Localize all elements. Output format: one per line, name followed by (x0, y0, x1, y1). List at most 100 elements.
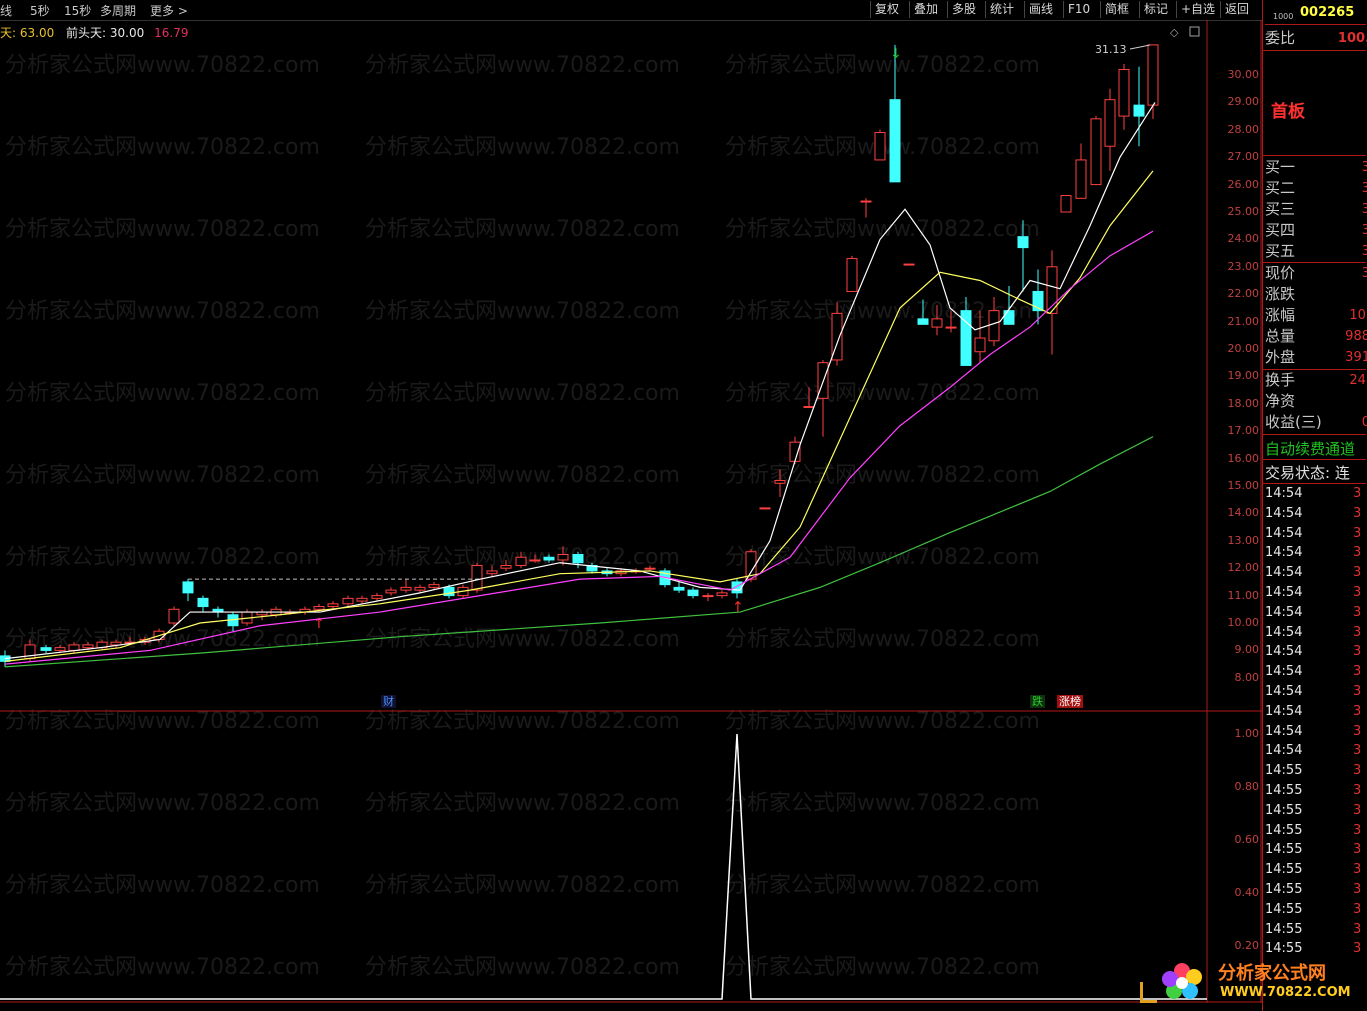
kline-chart[interactable]: 分析家公式网www.70822.com 分析家公式网www.70822.com 分析… (0, 0, 1262, 1011)
candle-body (543, 556, 555, 561)
quote-row-value: 391 (1345, 350, 1367, 365)
tick-row: 14:54 (1265, 604, 1303, 620)
candle-body (515, 556, 527, 566)
indicator-axis-label: 0.80 (1234, 780, 1260, 793)
candle-body (874, 132, 886, 161)
quote-row-label: 买五 (1265, 242, 1296, 260)
first-board-label: 首板 (1271, 102, 1305, 122)
watermark-text: 分析家公式网www.70822.com (725, 545, 1040, 570)
candle-body (931, 318, 943, 328)
candle-body (356, 597, 368, 602)
tick-row: 14:55 (1265, 901, 1303, 917)
watermark-text: 分析家公式网www.70822.com (725, 709, 1040, 734)
corner-icon (1140, 982, 1157, 1003)
quote-row: 买三 3 (1265, 200, 1367, 219)
weibi-value: 100. (1337, 31, 1367, 46)
quote-panel: 1000 002265 委比 100. 首板 买一 3 买二 3 买三 3 买四 3 买五 3 现… (1262, 0, 1367, 1011)
quote-row: 外盘 391 (1265, 348, 1367, 367)
candle-body (974, 337, 986, 353)
price-axis-label: 29.00 (1227, 95, 1260, 109)
max-price-pointer (1129, 44, 1151, 50)
candle-body (789, 441, 801, 462)
quote-row-value: 3 (1361, 244, 1367, 259)
quote-row-value: 3 (1361, 223, 1367, 238)
candle-body (1060, 195, 1072, 213)
watermark-text: 分析家公式网www.70822.com (725, 217, 1040, 242)
watermark-text: 分析家公式网www.70822.com (725, 381, 1040, 406)
tick-value: 3 (1353, 783, 1362, 798)
quote-row: 净资 (1265, 392, 1366, 411)
watermark-text: 分析家公式网www.70822.com (725, 53, 1040, 78)
tick-row: 14:54 (1265, 565, 1303, 581)
tick-row: 14:54 (1265, 644, 1303, 660)
candle-body (846, 258, 858, 292)
watermark-text: 分析家公式网www.70822.com (5, 545, 320, 570)
price-axis-label: 28.00 (1227, 122, 1260, 136)
candle-body (1075, 159, 1087, 199)
watermark-text: 分析家公式网www.70822.com (365, 791, 680, 816)
tick-value: 3 (1353, 882, 1362, 897)
watermark-text: 分析家公式网www.70822.com (365, 53, 680, 78)
quote-row-label: 涨幅 (1265, 306, 1296, 324)
fall-marker[interactable]: 跌 (1030, 695, 1045, 708)
candle-body (342, 597, 354, 605)
promo-link[interactable]: 自动续费通道 (1265, 438, 1355, 459)
quote-row: 总量 988 (1265, 327, 1367, 346)
quote-row-label: 买一 (1265, 158, 1296, 176)
tick-row: 14:55 (1265, 882, 1303, 897)
watermark-text: 分析家公式网www.70822.com (365, 135, 680, 160)
quote-row-value: 24. (1349, 373, 1367, 388)
signal-arrow-icon: ↓ (890, 46, 902, 62)
watermark-text: 分析家公式网www.70822.com (5, 53, 320, 78)
tick-row: 14:54 (1265, 743, 1303, 759)
tick-row: 14:54 (1265, 545, 1303, 561)
tick-row: 14:54 (1265, 486, 1303, 501)
candle-body (400, 586, 412, 591)
quote-row: 涨跌 (1265, 285, 1366, 304)
signal-arrow-icon: ↑ (732, 600, 744, 616)
quote-row-label: 收益(三) (1265, 413, 1322, 431)
candle-body (860, 200, 872, 203)
watermark-text: 分析家公式网www.70822.com (5, 299, 320, 324)
indicator-axis-label: 0.60 (1234, 833, 1260, 846)
watermark-text: 分析家公式网www.70822.com (725, 873, 1040, 898)
watermark-text: 分析家公式网www.70822.com (365, 299, 680, 324)
candle-body (313, 606, 325, 610)
price-axis-label: 21.00 (1227, 314, 1260, 328)
watermark-text: 分析家公式网www.70822.com (5, 463, 320, 488)
tick-value: 3 (1353, 901, 1362, 917)
quote-row-label: 涨跌 (1265, 285, 1296, 303)
watermark-text: 分析家公式网www.70822.com (365, 955, 680, 980)
candle-body (759, 507, 771, 510)
tick-value: 3 (1353, 585, 1362, 600)
watermark-text: 分析家公式网www.70822.com (725, 463, 1040, 488)
code-prefix: 1000 (1273, 12, 1294, 21)
candle-body (1147, 44, 1159, 106)
rank-marker[interactable]: 涨榜 (1057, 695, 1083, 708)
weibi-label: 委比 (1265, 29, 1296, 47)
price-axis-label: 17.00 (1227, 424, 1260, 438)
candle-body (644, 567, 656, 570)
candle-body (1118, 69, 1130, 117)
candle-body (486, 570, 498, 575)
price-axis-label: 8.00 (1234, 670, 1260, 684)
stock-code: 002265 (1300, 5, 1355, 20)
quote-row-value: 3 (1361, 160, 1367, 175)
price-axis-label: 24.00 (1227, 232, 1260, 246)
price-axis-label: 25.00 (1227, 205, 1260, 218)
logo-url: WWW.70822.COM (1220, 985, 1351, 1000)
finance-marker[interactable]: 财 (381, 695, 396, 708)
quote-row: 买五 3 (1265, 242, 1367, 261)
tick-value: 3 (1353, 743, 1362, 759)
diamond-icon[interactable]: ◇ (1170, 26, 1179, 39)
stock-code-box: 1000 002265 (1265, 4, 1366, 25)
watermark-text: 分析家公式网www.70822.com (5, 955, 320, 980)
quote-row-label: 净资 (1265, 392, 1296, 410)
window-icon[interactable] (1189, 26, 1200, 37)
quote-row-label: 外盘 (1265, 348, 1296, 366)
quote-row-value: 10. (1349, 308, 1367, 323)
quote-row-label: 现价 (1265, 264, 1296, 282)
quote-row-value: 0 (1361, 415, 1367, 430)
quote-row-value: 988 (1345, 329, 1367, 344)
tick-row: 14:54 (1265, 624, 1303, 640)
